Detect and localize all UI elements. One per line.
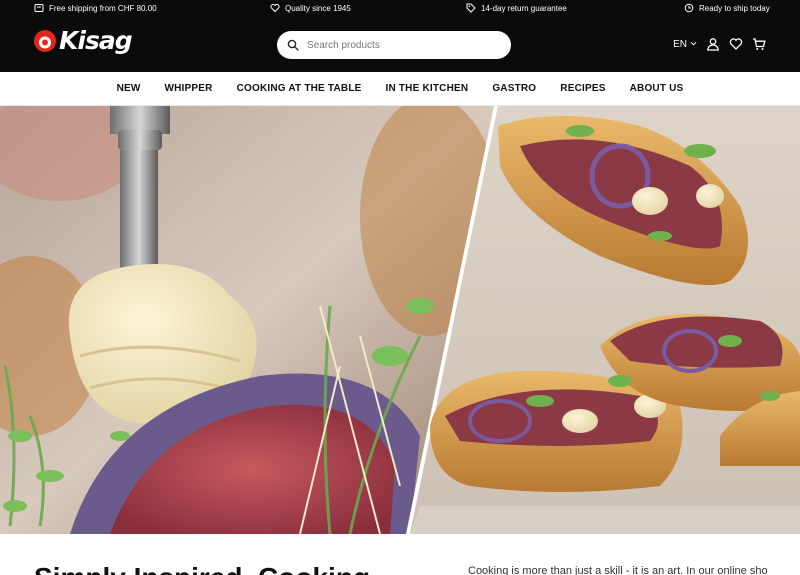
nav-item-in-the-kitchen[interactable]: IN THE KITCHEN <box>386 83 469 94</box>
nav-item-whipper[interactable]: WHIPPER <box>165 83 213 94</box>
return-guarantee-info: 14-day return guarantee <box>466 3 567 13</box>
hero-banner <box>0 106 800 534</box>
quality-text: Quality since 1945 <box>285 3 351 13</box>
free-shipping-text: Free shipping from CHF 80.00 <box>49 3 157 13</box>
search-input[interactable] <box>307 39 487 51</box>
nav-item-recipes[interactable]: RECIPES <box>560 83 605 94</box>
logo-text: Kisag <box>59 26 133 55</box>
intro-text: Cooking is more than just a skill - it i… <box>468 565 768 575</box>
language-selector[interactable]: EN <box>673 39 697 50</box>
chevron-down-icon <box>690 39 697 50</box>
truck-icon <box>34 3 44 13</box>
kisag-logo[interactable]: Kisag <box>33 26 133 55</box>
free-shipping-info: Free shipping from CHF 80.00 <box>34 3 157 13</box>
logo-mark-icon <box>34 30 56 52</box>
tag-icon <box>466 3 476 13</box>
wishlist-heart-icon[interactable] <box>729 37 743 51</box>
language-label: EN <box>673 38 687 50</box>
nav-item-about-us[interactable]: ABOUT US <box>630 83 684 94</box>
user-icon[interactable] <box>706 37 720 51</box>
return-guarantee-text: 14-day return guarantee <box>481 3 567 13</box>
ready-to-ship-text: Ready to ship today <box>699 3 770 13</box>
nav-item-cooking-at-the-table[interactable]: COOKING AT THE TABLE <box>237 83 362 94</box>
top-info-bar: Free shipping from CHF 80.00 Quality sin… <box>0 0 800 17</box>
header-actions: EN <box>673 37 766 51</box>
nav-item-new[interactable]: NEW <box>117 83 141 94</box>
main-navigation: NEW WHIPPER COOKING AT THE TABLE IN THE … <box>0 72 800 106</box>
hero-food-image <box>0 106 800 534</box>
search-icon <box>287 39 299 51</box>
intro-title: Simply Inspired. Cooking. <box>34 562 378 575</box>
ready-to-ship-info: Ready to ship today <box>684 3 770 13</box>
site-header: Kisag EN <box>0 17 800 72</box>
cart-icon[interactable] <box>752 37 766 51</box>
nav-item-gastro[interactable]: GASTRO <box>492 83 536 94</box>
quality-info: Quality since 1945 <box>270 3 351 13</box>
clock-icon <box>684 3 694 13</box>
heart-icon <box>270 3 280 13</box>
search-bar[interactable] <box>277 31 511 59</box>
